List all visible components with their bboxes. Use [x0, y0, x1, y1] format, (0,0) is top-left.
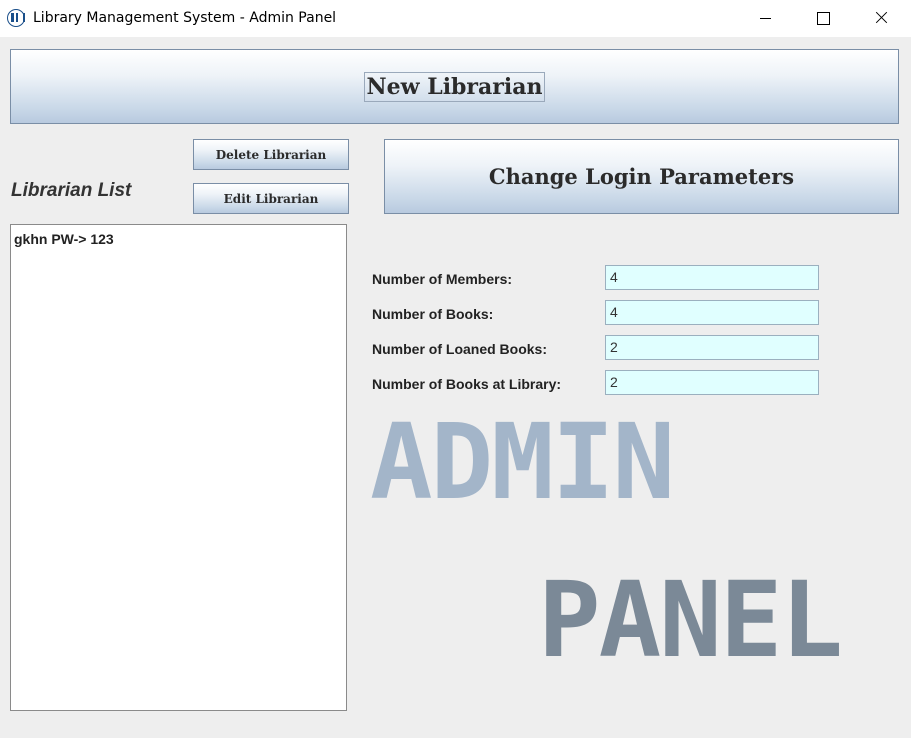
title-bar: Library Management System - Admin Panel [0, 0, 911, 37]
books-at-library-count-field[interactable]: 2 [605, 370, 819, 395]
new-librarian-label: New Librarian [363, 71, 546, 102]
close-icon[interactable] [852, 0, 910, 37]
window-title: Library Management System - Admin Panel [33, 10, 337, 26]
members-count-field[interactable]: 4 [605, 265, 819, 290]
members-count-label: Number of Members: [372, 271, 513, 287]
delete-librarian-button[interactable]: Delete Librarian [193, 139, 349, 170]
books-at-library-count-label: Number of Books at Library: [372, 376, 562, 392]
panel-watermark: PANEL [538, 559, 843, 681]
loaned-books-count-field[interactable]: 2 [605, 335, 819, 360]
minimize-icon[interactable] [736, 0, 794, 37]
library-app-icon [7, 9, 25, 27]
librarian-list-title: Librarian List [11, 180, 132, 201]
admin-watermark: ADMIN [370, 401, 675, 523]
maximize-icon[interactable] [794, 0, 852, 37]
edit-librarian-button[interactable]: Edit Librarian [193, 183, 349, 214]
loaned-books-count-label: Number of Loaned Books: [372, 341, 548, 357]
books-count-label: Number of Books: [372, 306, 494, 322]
books-count-field[interactable]: 4 [605, 300, 819, 325]
list-item[interactable]: gkhn PW-> 123 [14, 231, 114, 247]
change-login-parameters-button[interactable]: Change Login Parameters [384, 139, 899, 214]
new-librarian-button[interactable]: New Librarian [10, 49, 899, 124]
librarian-list[interactable]: gkhn PW-> 123 [10, 224, 347, 711]
